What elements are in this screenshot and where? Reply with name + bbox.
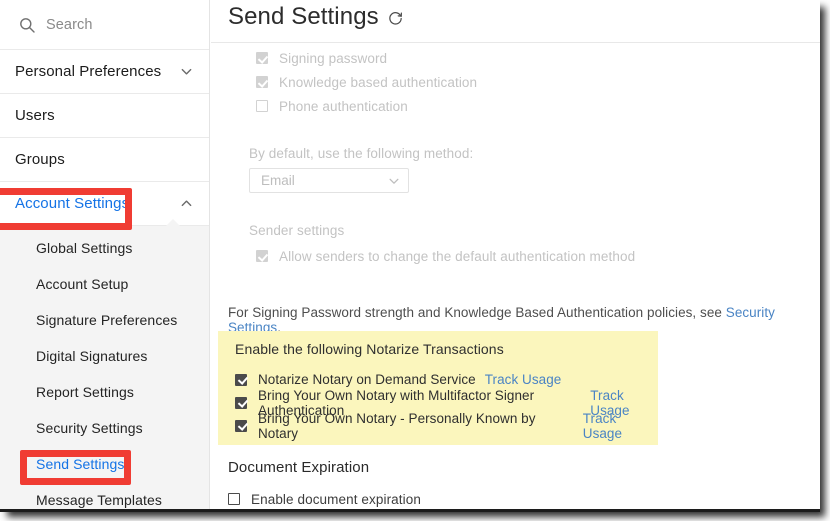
default-method-selected-value: Email — [261, 173, 295, 188]
checkbox-allow-senders-change-auth[interactable] — [256, 250, 268, 262]
window-bottom-edge — [0, 509, 820, 512]
sidebar-subitem-label: Send Settings — [36, 456, 125, 472]
checkbox-signing-password[interactable] — [256, 52, 268, 64]
checkbox-row-phone-authentication[interactable]: Phone authentication — [211, 94, 820, 118]
sidebar-subitem-label: Signature Preferences — [36, 312, 178, 328]
sidebar-subitem-digital-signatures[interactable]: Digital Signatures — [0, 338, 209, 374]
chevron-up-icon — [180, 197, 193, 210]
checkbox-row-knowledge-based-authentication[interactable]: Knowledge based authentication — [211, 70, 820, 94]
sender-settings-label: Sender settings — [249, 223, 345, 238]
sidebar-item-label: Account Settings — [15, 195, 130, 212]
sidebar-subitem-label: Message Templates — [36, 492, 162, 508]
checkbox-label: Phone authentication — [279, 98, 408, 114]
checkbox-label: Notarize Notary on Demand Service — [258, 372, 476, 387]
search-icon — [19, 17, 35, 33]
checkbox-notarize-on-demand[interactable] — [235, 373, 247, 386]
page-title: Send Settings — [228, 3, 404, 31]
checkbox-enable-document-expiration[interactable] — [228, 493, 240, 505]
sidebar-item-personal-preferences[interactable]: Personal Preferences — [0, 50, 209, 94]
search-input[interactable]: Search — [0, 0, 209, 50]
checkbox-row-signing-password[interactable]: Signing password — [211, 46, 820, 70]
submenu-pointer — [165, 219, 181, 227]
default-method-label: By default, use the following method: — [249, 146, 474, 161]
checkbox-label: Bring Your Own Notary - Personally Known… — [258, 410, 536, 441]
app-window: Search Personal Preferences Users Groups… — [0, 0, 820, 512]
sidebar-subitem-security-settings[interactable]: Security Settings — [0, 410, 209, 446]
chevron-down-icon — [388, 175, 400, 187]
sidebar-subitem-account-setup[interactable]: Account Setup — [0, 266, 209, 302]
notarize-transactions-panel: Enable the following Notarize Transactio… — [218, 331, 658, 445]
checkbox-row-byon-personally-known[interactable]: Bring Your Own Notary - Personally Known… — [218, 411, 658, 441]
track-usage-link[interactable]: Track Usage — [485, 372, 562, 387]
checkbox-phone-authentication[interactable] — [256, 100, 268, 112]
track-usage-link[interactable]: Track Usage — [583, 411, 658, 441]
document-expiration-title: Document Expiration — [228, 459, 370, 476]
sidebar-subitem-signature-preferences[interactable]: Signature Preferences — [0, 302, 209, 338]
account-settings-submenu: Global Settings Account Setup Signature … — [0, 219, 209, 512]
refresh-icon[interactable] — [387, 10, 404, 27]
checkbox-label: Knowledge based authentication — [279, 74, 478, 90]
sidebar-item-label: Personal Preferences — [15, 63, 162, 80]
sidebar-subitem-label: Report Settings — [36, 384, 134, 400]
sidebar-subitem-message-templates[interactable]: Message Templates — [0, 482, 209, 512]
checkbox-row-enable-document-expiration[interactable]: Enable document expiration — [211, 487, 421, 511]
checkbox-byon-personally-known[interactable] — [235, 419, 247, 432]
settings-content: Signing password Knowledge based authent… — [211, 42, 820, 336]
sidebar-subitem-label: Account Setup — [36, 276, 129, 292]
sidebar-subitem-report-settings[interactable]: Report Settings — [0, 374, 209, 410]
page-title-text: Send Settings — [228, 3, 379, 30]
checkbox-label: Enable document expiration — [251, 491, 421, 507]
checkbox-label: Allow senders to change the default auth… — [279, 248, 636, 264]
sidebar-subitem-label: Digital Signatures — [36, 348, 148, 364]
sidebar-item-groups[interactable]: Groups — [0, 138, 209, 182]
notarize-panel-title: Enable the following Notarize Transactio… — [235, 341, 504, 357]
checkbox-label: Signing password — [279, 50, 388, 66]
sidebar-item-label: Groups — [15, 151, 65, 168]
sidebar-subitem-global-settings[interactable]: Global Settings — [0, 230, 209, 266]
policy-note-text: For Signing Password strength and Knowle… — [228, 305, 726, 320]
sidebar-item-users[interactable]: Users — [0, 94, 209, 138]
chevron-down-icon — [180, 65, 193, 78]
sidebar: Search Personal Preferences Users Groups… — [0, 0, 210, 512]
checkbox-byon-multifactor[interactable] — [235, 396, 247, 409]
default-method-select[interactable]: Email — [249, 168, 409, 193]
search-placeholder-text: Search — [46, 16, 93, 33]
sidebar-subitem-label: Security Settings — [36, 420, 143, 436]
main-content: Send Settings Signing password Knowledge… — [211, 0, 820, 512]
checkbox-knowledge-based-authentication[interactable] — [256, 76, 268, 88]
checkbox-row-allow-senders-change-auth[interactable]: Allow senders to change the default auth… — [211, 244, 820, 268]
sidebar-subitem-label: Global Settings — [36, 240, 133, 256]
sidebar-subitem-send-settings[interactable]: Send Settings — [0, 446, 209, 482]
document-expiration-section: Enable document expiration — [211, 487, 421, 511]
sidebar-item-label: Users — [15, 107, 55, 124]
